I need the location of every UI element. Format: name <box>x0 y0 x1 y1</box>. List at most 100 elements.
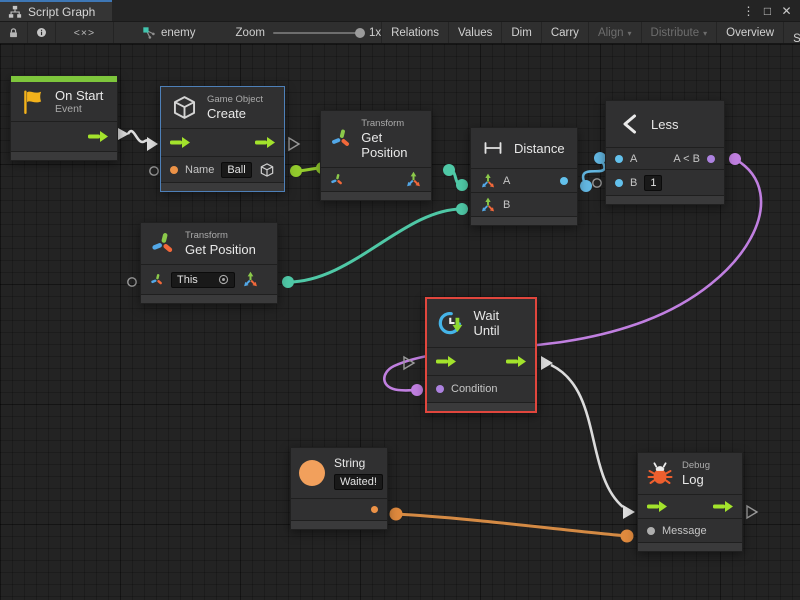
script-graph-window: Script Graph ⋮ □ ✕ <×> <box>0 0 800 600</box>
flow-out-port[interactable] <box>88 131 108 142</box>
condition-port[interactable] <box>436 385 444 393</box>
flow-in-connector-create[interactable] <box>147 137 158 151</box>
flow-out-connector-create-empty[interactable] <box>289 138 299 150</box>
node-create-game-object[interactable]: Game Object Create Name Ball <box>160 86 285 192</box>
lock-icon <box>8 26 19 40</box>
name-value-field[interactable]: Ball <box>221 162 251 178</box>
distance-a-in-connector[interactable] <box>456 179 468 191</box>
flow-in-port[interactable] <box>170 137 190 148</box>
code-view-icon: <×> <box>74 27 95 39</box>
inspect-button[interactable] <box>28 22 56 43</box>
wire-distance-to-less[interactable] <box>583 158 604 186</box>
vector3-out-port-icon[interactable] <box>405 171 422 188</box>
node-get-position-b[interactable]: Transform Get Position This <box>140 222 278 304</box>
position-out-connector-b[interactable] <box>282 276 294 288</box>
tab-title: Script Graph <box>28 5 95 19</box>
input-b-label: B <box>503 199 510 211</box>
close-icon[interactable]: ✕ <box>779 4 794 18</box>
graph-canvas[interactable]: On Start Event Game Object Create <box>0 44 800 600</box>
input-a-label: A <box>503 175 510 187</box>
float-port-a[interactable] <box>615 155 623 163</box>
node-footer <box>141 295 277 303</box>
node-get-position-a[interactable]: Transform Get Position <box>320 110 432 201</box>
distribute-dropdown[interactable]: Distribute▾ <box>641 22 717 43</box>
flow-in-port[interactable] <box>647 501 667 512</box>
name-input-connector-empty[interactable] <box>150 167 158 175</box>
vector3-port-icon[interactable] <box>480 197 496 213</box>
transform-in-port-icon[interactable] <box>330 173 344 187</box>
node-debug-log[interactable]: Debug Log Message <box>637 452 743 552</box>
string-out-port[interactable] <box>371 506 378 513</box>
target-object-field[interactable]: This <box>171 272 235 288</box>
transform-input-connector-empty[interactable] <box>128 278 136 286</box>
output-label: A < B <box>673 153 700 165</box>
zoom-label: Zoom <box>236 27 265 39</box>
node-title: Get Position <box>361 130 422 160</box>
message-in-connector[interactable] <box>621 530 634 543</box>
less-out-connector[interactable] <box>729 153 741 165</box>
distance-b-in-connector[interactable] <box>456 203 468 215</box>
node-category: Transform <box>361 118 422 129</box>
distance-out-connector[interactable] <box>580 180 592 192</box>
transform-icon <box>330 126 352 152</box>
string-out-connector[interactable] <box>390 508 403 521</box>
wire-position-b-to-distance-b[interactable] <box>288 209 462 282</box>
float-out-port[interactable] <box>560 177 568 185</box>
flow-out-connector-wait[interactable] <box>541 356 553 370</box>
carry-button[interactable]: Carry <box>541 22 588 43</box>
node-wait-until[interactable]: Wait Until Condition <box>425 297 537 413</box>
relations-button[interactable]: Relations <box>381 22 448 43</box>
flow-in-connector-wait-empty[interactable] <box>404 357 414 369</box>
lock-button[interactable] <box>0 22 28 43</box>
flow-out-port[interactable] <box>506 356 526 367</box>
position-out-connector-a[interactable] <box>443 164 455 176</box>
flow-out-connector-log-empty[interactable] <box>747 506 757 518</box>
node-title: Less <box>651 117 678 132</box>
vector3-port-icon[interactable] <box>480 173 496 189</box>
float-port-b[interactable] <box>615 179 623 187</box>
code-view-button[interactable]: <×> <box>56 22 114 43</box>
node-title: Create <box>207 106 263 121</box>
node-distance[interactable]: Distance A B <box>470 127 578 226</box>
toolbar-buttons: Relations Values Dim Carry Align▾ Distri… <box>381 22 800 43</box>
node-less[interactable]: Less A A < B B 1 <box>605 100 725 205</box>
fullscreen-button[interactable]: Full Screen <box>783 22 800 43</box>
transform-in-port-icon[interactable] <box>150 273 164 287</box>
flow-in-connector-log[interactable] <box>623 505 635 519</box>
wire-on-start-to-create[interactable] <box>128 131 151 143</box>
flow-out-connector-on-start[interactable] <box>118 128 129 140</box>
zoom-slider-handle[interactable] <box>355 28 365 38</box>
string-port[interactable] <box>170 166 178 174</box>
window-menu-icon[interactable]: ⋮ <box>741 4 756 18</box>
tab-script-graph[interactable]: Script Graph <box>0 0 112 21</box>
dim-button[interactable]: Dim <box>501 22 540 43</box>
zoom-slider[interactable] <box>273 32 361 34</box>
b-value-field[interactable]: 1 <box>644 175 662 191</box>
message-port[interactable] <box>647 527 655 535</box>
wire-position-a-to-distance-a[interactable] <box>449 170 462 185</box>
node-string-literal[interactable]: String Waited! <box>290 447 388 530</box>
wire-create-to-get-position[interactable] <box>296 168 322 171</box>
node-subtitle: Event <box>55 104 103 115</box>
values-button[interactable]: Values <box>448 22 501 43</box>
chevron-down-icon: ▾ <box>703 29 707 38</box>
game-object-out-port-icon[interactable] <box>259 162 275 178</box>
graph-breadcrumb[interactable]: enemy <box>136 22 202 43</box>
condition-in-connector[interactable] <box>411 384 423 396</box>
wire-string-to-message[interactable] <box>396 514 627 536</box>
less-b-connector-empty[interactable] <box>593 179 601 187</box>
string-value-field[interactable]: Waited! <box>334 474 383 490</box>
gameobject-out-connector[interactable] <box>290 165 302 177</box>
flow-in-port[interactable] <box>436 356 456 367</box>
align-dropdown[interactable]: Align▾ <box>588 22 641 43</box>
overview-button[interactable]: Overview <box>716 22 783 43</box>
object-picker-icon[interactable] <box>218 274 229 285</box>
maximize-icon[interactable]: □ <box>760 4 775 18</box>
wire-wait-to-log[interactable] <box>551 365 623 507</box>
flow-out-port[interactable] <box>255 137 275 148</box>
flow-out-port[interactable] <box>713 501 733 512</box>
vector3-out-port-icon[interactable] <box>242 271 259 288</box>
node-title: Distance <box>514 141 565 156</box>
node-on-start-event[interactable]: On Start Event <box>10 75 118 161</box>
bool-out-port[interactable] <box>707 155 715 163</box>
